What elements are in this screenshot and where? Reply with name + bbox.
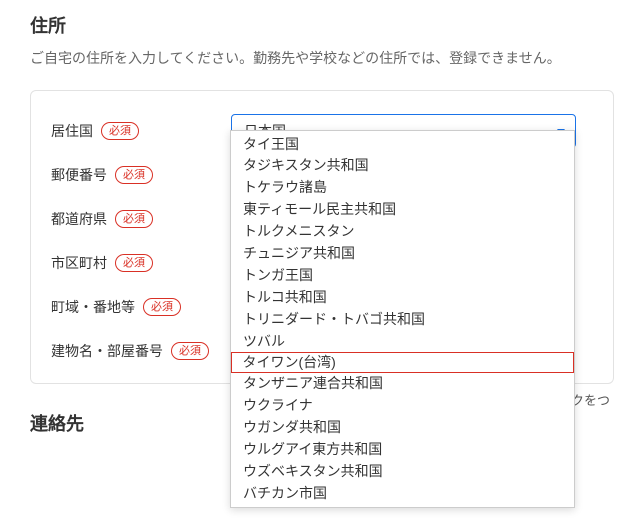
label-text: 都道府県 [51, 209, 107, 229]
label-text: 町域・番地等 [51, 297, 135, 317]
section-title: 住所 [30, 12, 614, 38]
country-option[interactable]: タイワン(台湾) [231, 352, 574, 373]
label-text: 居住国 [51, 121, 93, 141]
label-text: 市区町村 [51, 253, 107, 273]
required-badge: 必須 [115, 166, 153, 184]
label-building: 建物名・部屋番号 必須 [51, 341, 231, 361]
required-badge: 必須 [143, 298, 181, 316]
label-text: 建物名・部屋番号 [51, 341, 163, 361]
section-description: ご自宅の住所を入力してください。勤務先や学校などの住所では、登録できません。 [30, 48, 614, 68]
country-option[interactable]: バチカン市国 [231, 482, 574, 504]
country-option[interactable]: 東ティモール民主共和国 [231, 199, 574, 221]
country-option[interactable]: トケラウ諸島 [231, 177, 574, 199]
label-postal: 郵便番号 必須 [51, 165, 231, 185]
country-option[interactable]: トルコ共和国 [231, 286, 574, 308]
required-badge: 必須 [115, 210, 153, 228]
country-option[interactable]: タイ王国 [231, 133, 574, 155]
country-option[interactable]: トルクメニスタン [231, 221, 574, 243]
required-badge: 必須 [115, 254, 153, 272]
country-option[interactable]: タンザニア連合共和国 [231, 373, 574, 395]
country-dropdown[interactable]: タイ王国タジキスタン共和国トケラウ諸島東ティモール民主共和国トルクメニスタンチュ… [230, 130, 575, 508]
label-city: 市区町村 必須 [51, 253, 231, 273]
country-option[interactable]: ウルグアイ東方共和国 [231, 438, 574, 460]
required-badge: 必須 [101, 122, 139, 140]
label-text: 郵便番号 [51, 165, 107, 185]
country-option[interactable]: トンガ王国 [231, 264, 574, 286]
country-option[interactable]: セントビンセントおよびグレナディーン諸島 [231, 504, 574, 508]
label-prefecture: 都道府県 必須 [51, 209, 231, 229]
country-option[interactable]: タジキスタン共和国 [231, 155, 574, 177]
country-option[interactable]: ウガンダ共和国 [231, 417, 574, 439]
country-option[interactable]: チュニジア共和国 [231, 242, 574, 264]
required-badge: 必須 [171, 342, 209, 360]
country-option[interactable]: ウズベキスタン共和国 [231, 460, 574, 482]
country-option[interactable]: トリニダード・トバゴ共和国 [231, 308, 574, 330]
country-option[interactable]: ツバル [231, 330, 574, 352]
country-dropdown-list: タイ王国タジキスタン共和国トケラウ諸島東ティモール民主共和国トルクメニスタンチュ… [231, 131, 574, 508]
label-country: 居住国 必須 [51, 121, 231, 141]
label-town: 町域・番地等 必須 [51, 297, 231, 317]
country-option[interactable]: ウクライナ [231, 395, 574, 417]
